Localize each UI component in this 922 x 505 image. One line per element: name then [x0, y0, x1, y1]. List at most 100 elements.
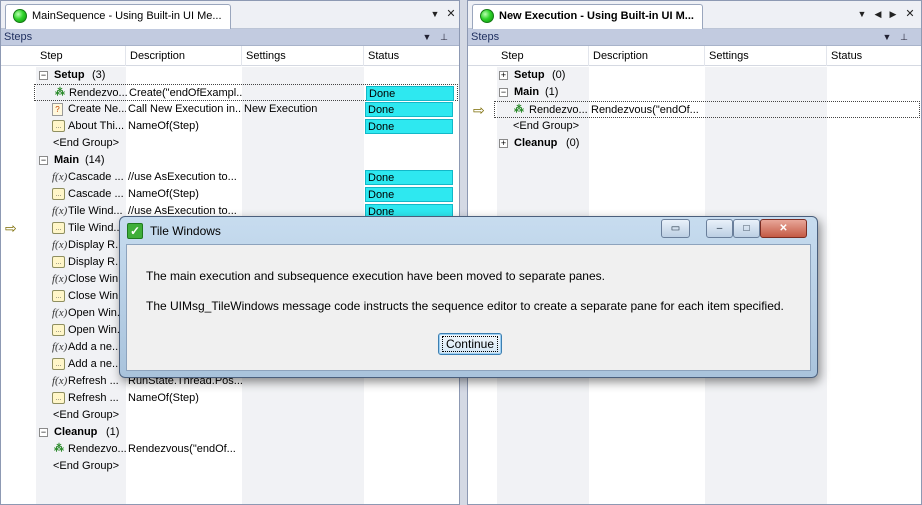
group-row-cleanup[interactable]: + Cleanup (0) [468, 135, 921, 152]
step-step-cell: Display R... [68, 239, 125, 251]
expression-icon: f(x) [52, 171, 68, 183]
step-description-cell: Rendezvous("endOf... [128, 443, 236, 455]
step-step-cell: Refresh ... [68, 375, 119, 387]
step-description-cell: Rendezvous("endOf... [591, 104, 699, 116]
main-sequence-tab[interactable]: MainSequence - Using Built-in UI Me... [5, 4, 231, 29]
window-menu-dropdown-icon[interactable]: ▼ [856, 8, 868, 20]
step-description-cell: //use AsExecution to... [128, 171, 237, 183]
steps-panel-header: Steps ▼ ⊥ [468, 29, 921, 46]
group-label: Main [514, 86, 540, 98]
column-header-settings[interactable]: Settings [242, 46, 364, 66]
group-row-setup[interactable]: + Setup (0) [468, 67, 921, 84]
message-icon: ... [52, 324, 65, 336]
execution-status-icon [480, 9, 494, 23]
step-row[interactable]: ... About Thi... NameOf(Step) Done [1, 118, 459, 135]
dialog-title: Tile Windows [150, 224, 221, 238]
scroll-left-icon[interactable]: ◀ [872, 8, 884, 20]
step-row[interactable]: ? Create Ne... Call New Execution in... New… [1, 101, 459, 118]
collapse-icon[interactable]: − [39, 428, 48, 437]
step-step-cell: Open Win... [68, 324, 126, 336]
scroll-right-icon[interactable]: ▶ [887, 8, 899, 20]
column-header-description[interactable]: Description [126, 46, 242, 66]
end-group-row[interactable]: <End Group> [468, 118, 921, 135]
status-badge: Done [365, 119, 453, 134]
group-label: Cleanup [514, 137, 558, 149]
group-count: (14) [85, 154, 105, 166]
end-group-label: <End Group> [53, 409, 120, 421]
left-tab-bar: MainSequence - Using Built-in UI Me... ▼… [1, 1, 459, 29]
group-row-cleanup[interactable]: − Cleanup (1) [1, 424, 459, 441]
message-icon: ... [52, 120, 65, 132]
step-step-cell: Open Win... [68, 307, 126, 319]
group-count: (0) [566, 137, 580, 149]
step-step-cell: Rendezvo... [69, 87, 127, 99]
group-row-setup[interactable]: − Setup (3) [1, 67, 459, 84]
end-group-row[interactable]: <End Group> [1, 407, 459, 424]
collapse-icon[interactable]: − [39, 71, 48, 80]
execution-pointer-icon: ⇨ [473, 102, 485, 118]
close-pane-icon[interactable]: ✕ [445, 8, 457, 20]
rendezvous-icon: ⁂ [54, 443, 64, 454]
expression-icon: f(x) [52, 205, 68, 217]
end-group-label: <End Group> [53, 137, 120, 149]
group-label: Main [54, 154, 80, 166]
expression-icon: f(x) [52, 239, 68, 251]
group-row-main[interactable]: − Main (1) [468, 84, 921, 101]
tile-windows-dialog: ✓ Tile Windows ▭ – □ ✕ The main executio… [119, 216, 818, 378]
group-label: Setup [54, 69, 85, 81]
expand-icon[interactable]: + [499, 71, 508, 80]
continue-button[interactable]: Continue [438, 333, 502, 355]
new-execution-tab[interactable]: New Execution - Using Built-in UI M... [472, 4, 703, 29]
column-header-status[interactable]: Status [364, 46, 459, 66]
pin-icon[interactable]: ⊥ [898, 29, 910, 46]
message-icon: ... [52, 392, 65, 404]
column-header-description[interactable]: Description [589, 46, 705, 66]
step-description-cell: NameOf(Step) [128, 120, 199, 132]
execution-status-icon [13, 9, 27, 23]
collapse-icon[interactable]: − [499, 88, 508, 97]
rendezvous-icon: ⁂ [514, 104, 524, 115]
close-pane-icon[interactable]: ✕ [904, 8, 916, 20]
execution-pointer-icon: ⇨ [5, 220, 17, 236]
steps-column-headers: Step Description Settings Status [468, 46, 921, 66]
window-menu-dropdown-icon[interactable]: ▼ [429, 8, 441, 20]
step-row[interactable]: ... Cascade ... NameOf(Step) Done [1, 186, 459, 203]
status-badge: Done [366, 86, 454, 101]
close-button[interactable]: ✕ [760, 219, 807, 238]
end-group-row[interactable]: <End Group> [1, 458, 459, 475]
step-row[interactable]: ... Refresh ... NameOf(Step) [1, 390, 459, 407]
end-group-row[interactable]: <End Group> [1, 135, 459, 152]
maximize-button[interactable]: □ [733, 219, 760, 238]
expand-icon[interactable]: + [499, 139, 508, 148]
group-row-main[interactable]: − Main (14) [1, 152, 459, 169]
restore-icon[interactable]: ▭ [661, 219, 690, 238]
step-row[interactable]: ⁂ Rendezvo... Rendezvous("endOf... [1, 441, 459, 458]
group-count: (0) [552, 69, 566, 81]
steps-panel-header: Steps ▼ ⊥ [1, 29, 459, 46]
step-step-cell: About Thi... [68, 120, 125, 132]
new-execution-tab-title: New Execution - Using Built-in UI M... [499, 10, 694, 22]
end-group-label: <End Group> [513, 120, 580, 132]
panel-dropdown-icon[interactable]: ▼ [881, 29, 893, 46]
column-header-settings[interactable]: Settings [705, 46, 827, 66]
minimize-button[interactable]: – [706, 219, 733, 238]
panel-dropdown-icon[interactable]: ▼ [421, 29, 433, 46]
collapse-icon[interactable]: − [39, 156, 48, 165]
dialog-titlebar[interactable]: ✓ Tile Windows ▭ – □ ✕ [120, 217, 817, 245]
step-step-cell: Add a ne... [68, 358, 122, 370]
steps-panel-title: Steps [4, 31, 33, 43]
pin-icon[interactable]: ⊥ [438, 29, 450, 46]
step-row[interactable]: ⁂ Rendezvo... Create("endOfExampl... Done [34, 84, 458, 101]
right-tab-bar: New Execution - Using Built-in UI M... ▼… [468, 1, 921, 29]
step-row[interactable]: ⇨ ⁂ Rendezvo... Rendezvous("endOf... [473, 101, 920, 118]
step-description-cell: NameOf(Step) [128, 188, 199, 200]
column-header-status[interactable]: Status [827, 46, 921, 66]
expression-icon: f(x) [52, 273, 68, 285]
column-header-step[interactable]: Step [36, 46, 126, 66]
step-description-cell: Call New Execution in... [128, 103, 242, 115]
step-row[interactable]: f(x) Cascade ... //use AsExecution to... Do… [1, 169, 459, 186]
step-step-cell: Cascade ... [68, 171, 124, 183]
step-step-cell: Create Ne... [68, 103, 126, 115]
step-description-cell: Create("endOfExampl... [129, 87, 243, 99]
column-header-step[interactable]: Step [497, 46, 589, 66]
